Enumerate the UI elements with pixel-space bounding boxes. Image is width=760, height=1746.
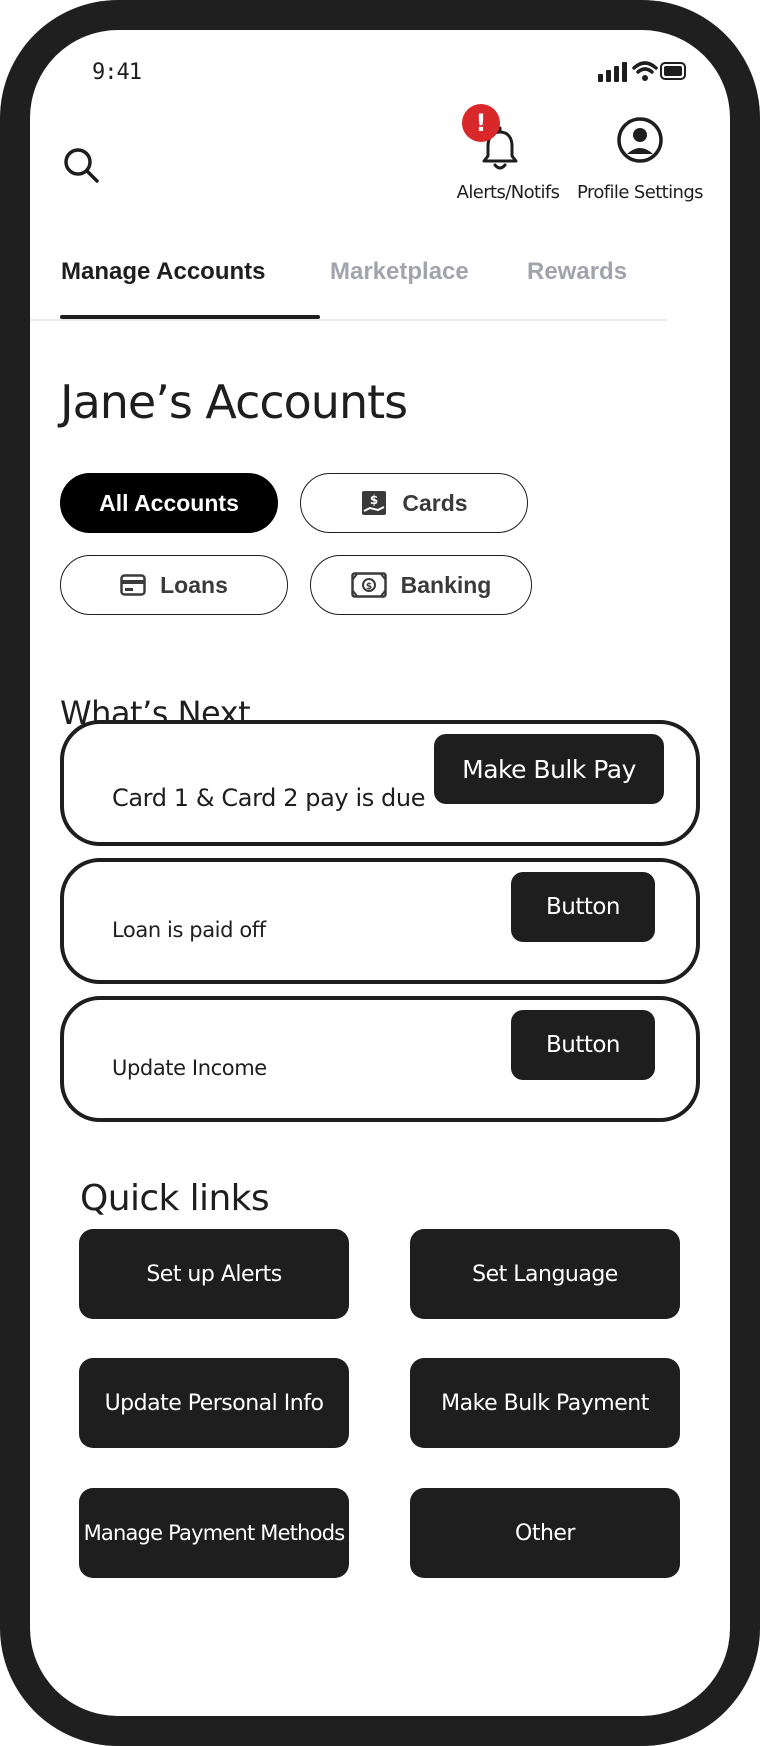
- filter-chip-label: All Accounts: [99, 489, 239, 516]
- other-button[interactable]: Other: [410, 1488, 680, 1578]
- next-card-loan: Loan is paid off Button: [60, 858, 700, 984]
- set-language-button[interactable]: Set Language: [410, 1229, 680, 1319]
- profile-settings-button[interactable]: [616, 116, 664, 168]
- set-up-alerts-button[interactable]: Set up Alerts: [79, 1229, 349, 1319]
- credit-card-icon: [120, 574, 146, 596]
- next-card-text: Loan is paid off: [112, 918, 266, 942]
- search-icon[interactable]: [62, 146, 102, 190]
- phone-frame: 9:41 ! Alerts/Notifs Profile Settings Ma…: [0, 0, 760, 1746]
- tab-rewards[interactable]: Rewards: [527, 258, 627, 286]
- svg-text:$: $: [365, 582, 371, 592]
- income-action-button[interactable]: Button: [511, 1010, 655, 1080]
- filter-chip-label: Banking: [400, 571, 492, 598]
- filter-chip-label: Cards: [402, 489, 468, 516]
- user-circle-icon: [617, 117, 663, 163]
- next-card-text: Update Income: [112, 1056, 267, 1080]
- filter-chip-cards[interactable]: $ Cards: [300, 473, 528, 533]
- tab-divider: [30, 319, 667, 321]
- alert-badge: !: [462, 104, 500, 142]
- alerts-label: Alerts/Notifs: [456, 182, 560, 203]
- quick-links-title: Quick links: [80, 1178, 270, 1219]
- tab-manage-accounts[interactable]: Manage Accounts: [61, 258, 265, 286]
- status-icons: [568, 58, 688, 88]
- cash-hand-icon: $: [362, 491, 387, 515]
- status-time: 9:41: [92, 60, 142, 85]
- profile-settings-label: Profile Settings: [577, 182, 704, 203]
- filter-chip-loans[interactable]: Loans: [60, 555, 288, 615]
- update-personal-info-button[interactable]: Update Personal Info: [79, 1358, 349, 1448]
- banknote-icon: $: [350, 572, 387, 598]
- filter-chip-all-accounts[interactable]: All Accounts: [60, 473, 278, 533]
- next-card-income: Update Income Button: [60, 996, 700, 1122]
- filter-chip-label: Loans: [160, 571, 228, 598]
- next-card-bulk-pay: Card 1 & Card 2 pay is due Make Bulk Pay: [60, 720, 700, 846]
- page-title: Jane’s Accounts: [60, 375, 408, 429]
- svg-text:$: $: [370, 493, 378, 507]
- filter-chip-banking[interactable]: $ Banking: [310, 555, 532, 615]
- next-card-text: Card 1 & Card 2 pay is due: [112, 784, 426, 812]
- manage-payment-methods-button[interactable]: Manage Payment Methods: [79, 1488, 349, 1578]
- signal-wifi-battery-icon: [598, 61, 686, 82]
- loan-action-button[interactable]: Button: [511, 872, 655, 942]
- screen: 9:41 ! Alerts/Notifs Profile Settings Ma…: [30, 30, 730, 1716]
- make-bulk-payment-button[interactable]: Make Bulk Payment: [410, 1358, 680, 1448]
- make-bulk-pay-button[interactable]: Make Bulk Pay: [434, 734, 664, 804]
- tab-marketplace[interactable]: Marketplace: [330, 258, 469, 286]
